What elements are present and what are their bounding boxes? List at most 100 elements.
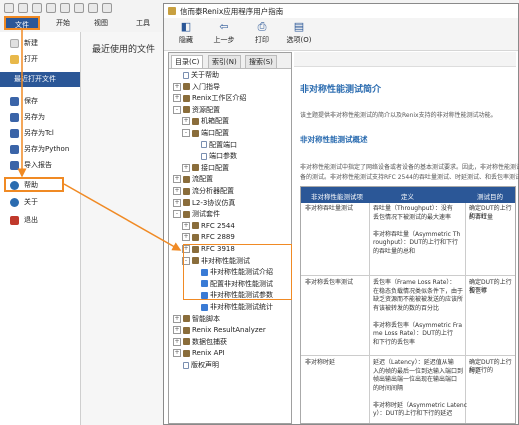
- cell-definition-line: 在稳态负载情况类似条件下，由于: [373, 287, 464, 295]
- expand-icon[interactable]: +: [173, 94, 181, 103]
- back-button[interactable]: ⇦ 上一步: [204, 20, 244, 48]
- tree-item[interactable]: 版权声明: [173, 361, 219, 370]
- expand-icon[interactable]: +: [182, 221, 190, 230]
- tree-item[interactable]: + L2-3协议仿真: [173, 198, 235, 208]
- header-definition: 定义: [401, 193, 414, 201]
- tree-item[interactable]: + 机箱配置: [182, 117, 229, 126]
- book-icon: [183, 326, 190, 334]
- tree-item[interactable]: + Renix ResultAnalyzer: [173, 326, 266, 335]
- collapse-icon[interactable]: -: [173, 210, 181, 219]
- help-content: 非对称性能测试简介 该主题提供非对称性能测试的简介以及Renix支持的非对称性能…: [294, 52, 519, 424]
- tree-item[interactable]: + RFC 2544: [182, 221, 235, 231]
- tab-view[interactable]: 视图: [86, 16, 116, 30]
- cell-definition-line: 帧出输出端一位出现在输出端口: [373, 376, 458, 383]
- recent-files-title: 最近使用的文件: [92, 45, 156, 55]
- topic-help-icon: [201, 303, 208, 311]
- cell-definition-line: y）：DUT的上行和下行的延迟: [373, 410, 453, 417]
- collapse-icon[interactable]: -: [182, 129, 190, 137]
- tree-item[interactable]: - 端口配置: [182, 129, 229, 138]
- menu-open[interactable]: 打开: [0, 52, 80, 67]
- expand-icon[interactable]: +: [173, 337, 181, 346]
- expand-icon[interactable]: +: [173, 349, 181, 358]
- help-window-title: 信而泰Renix应用程序用户指南: [180, 7, 284, 16]
- collapse-icon[interactable]: -: [173, 105, 181, 114]
- tree-item-label: 数据包捕获: [192, 337, 227, 346]
- cell-definition-line: 吞吐量（Throughput）：没有: [373, 205, 453, 212]
- tree-item[interactable]: + 智能脚本: [173, 314, 220, 324]
- expand-icon[interactable]: +: [182, 163, 190, 172]
- cell-purpose-line: 丢包率: [469, 287, 488, 295]
- menu-import-report[interactable]: 导入报告: [0, 158, 80, 173]
- tab-tools[interactable]: 工具: [128, 16, 158, 30]
- tab-index[interactable]: 索引(N): [208, 55, 241, 68]
- new-quick-icon[interactable]: [46, 3, 56, 13]
- menu-recent[interactable]: 最近打开文件: [0, 72, 80, 87]
- tab-file[interactable]: 文件: [4, 16, 40, 30]
- menu-save-as[interactable]: 另存为: [0, 110, 80, 125]
- options-icon: ▤: [293, 20, 305, 33]
- tree-item[interactable]: 配置端口: [191, 141, 237, 150]
- tree-item[interactable]: + 入门指导: [173, 82, 220, 92]
- menu-save[interactable]: 保存: [0, 94, 80, 109]
- redo-icon[interactable]: [74, 3, 84, 13]
- tab-home[interactable]: 开始: [48, 16, 78, 30]
- book-icon: [183, 106, 190, 114]
- cell-definition-line: 入的帧的最后一位到达输入端口到: [373, 367, 464, 375]
- expand-icon[interactable]: +: [173, 82, 181, 91]
- expand-icon[interactable]: +: [173, 187, 181, 195]
- menu-help[interactable]: 帮助: [4, 177, 64, 192]
- menu-new[interactable]: 新建: [0, 36, 80, 51]
- tree-item[interactable]: - 测试套件: [173, 210, 220, 219]
- cell-definition-line: 丢包率（Frame Loss Rate）：: [373, 279, 456, 286]
- expand-icon[interactable]: +: [182, 117, 190, 126]
- tree-item[interactable]: + 流配置: [173, 175, 213, 184]
- hide-icon: ◧: [180, 20, 192, 33]
- options-button[interactable]: ▤ 选项(O): [280, 20, 318, 48]
- cell-item: 非对称丢包率测试: [305, 279, 354, 286]
- book-icon: [183, 94, 190, 102]
- expand-icon[interactable]: +: [173, 326, 181, 335]
- open-quick-icon[interactable]: [32, 3, 42, 13]
- cell-item: 非对称吞吐量测试: [305, 205, 354, 212]
- tree-item[interactable]: + RFC 2889: [182, 233, 235, 242]
- tree-item[interactable]: 端口参数: [191, 152, 237, 161]
- tree-item[interactable]: - 资源配置: [173, 105, 220, 115]
- expand-icon[interactable]: +: [173, 198, 181, 207]
- undo-icon[interactable]: [60, 3, 70, 13]
- tab-search[interactable]: 搜索(S): [245, 55, 277, 68]
- page-icon: [183, 71, 189, 79]
- tree-item-label: 版权声明: [191, 361, 219, 369]
- tree-item[interactable]: + 数据包捕获: [173, 337, 227, 347]
- menu-save-tcl[interactable]: 另存为Tcl: [0, 126, 80, 141]
- expand-icon[interactable]: +: [173, 175, 181, 184]
- stop-icon[interactable]: [102, 3, 112, 13]
- tree-item[interactable]: + Renix API: [173, 349, 225, 358]
- tree-item[interactable]: + Renix工作区介绍: [173, 94, 246, 103]
- cell-purpose-line: 时延: [469, 367, 482, 375]
- page-icon: [183, 361, 189, 369]
- tree-item-label: 端口配置: [201, 129, 229, 137]
- expand-icon[interactable]: +: [182, 233, 190, 242]
- cell-definition-line: me Loss Rate）：DUT的上行: [373, 330, 453, 337]
- tree-item-label: 流配置: [192, 175, 213, 184]
- print-button[interactable]: ⎙ 打印: [246, 20, 278, 48]
- tree-item[interactable]: 非对称性能测试统计: [191, 303, 273, 312]
- tree-item[interactable]: + 流分析器配置: [173, 187, 234, 196]
- save-quick-icon[interactable]: [18, 3, 28, 13]
- menu-save-python[interactable]: 另存为Python: [0, 142, 80, 157]
- run-icon[interactable]: [88, 3, 98, 13]
- tab-contents[interactable]: 目录(C): [171, 55, 204, 68]
- menu-about[interactable]: 关于: [0, 195, 80, 210]
- tree-item-label: 接口配置: [201, 163, 229, 172]
- menu-exit[interactable]: 退出: [0, 213, 80, 228]
- description-line-1: 非对称性能测试中指定了网络设备或者设备的基本测试要求。因此，非对称性能测试是一: [300, 164, 519, 171]
- row-divider: [301, 355, 515, 356]
- import-report-icon: [10, 161, 19, 170]
- tree-item[interactable]: 关于帮助: [173, 71, 219, 80]
- help-window: 信而泰Renix应用程序用户指南 ◧ 隐藏 ⇦ 上一步 ⎙ 打印 ▤ 选项(O)…: [163, 3, 519, 425]
- book-icon: [192, 233, 199, 241]
- hide-button[interactable]: ◧ 隐藏: [170, 20, 202, 48]
- expand-icon[interactable]: +: [173, 314, 181, 323]
- tree-item[interactable]: + 接口配置: [182, 163, 229, 173]
- exit-icon: [10, 216, 19, 225]
